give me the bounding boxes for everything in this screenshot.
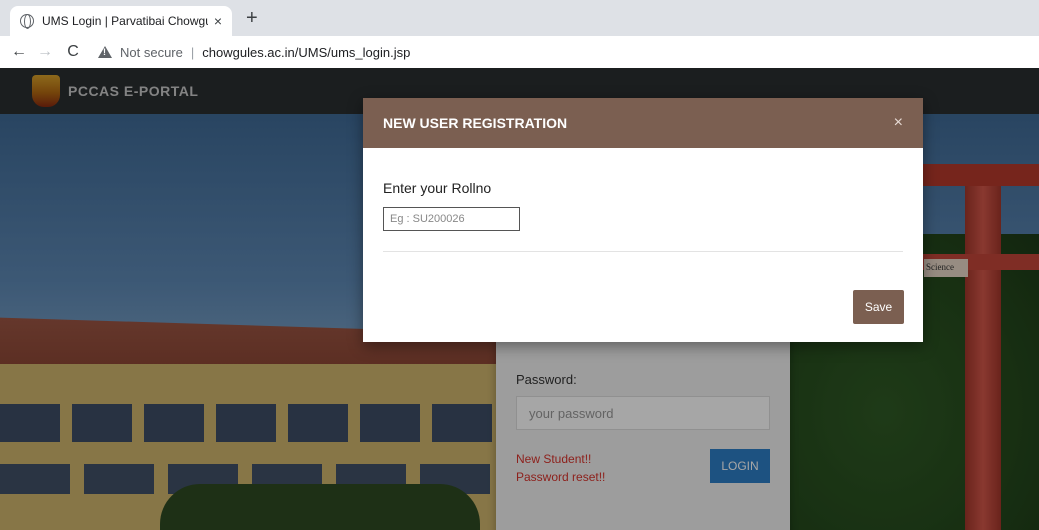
globe-icon — [20, 14, 34, 29]
reload-icon[interactable]: C — [62, 43, 84, 61]
browser-tab-strip: UMS Login | Parvatibai Chowgule × + — [0, 0, 1039, 36]
security-status[interactable]: Not secure — [120, 45, 183, 60]
url-text[interactable]: chowgules.ac.in/UMS/ums_login.jsp — [202, 45, 410, 60]
address-bar[interactable]: Not secure | chowgules.ac.in/UMS/ums_log… — [98, 38, 410, 66]
rollno-input[interactable]: Eg : SU200026 — [383, 207, 520, 231]
modal-divider — [383, 251, 903, 252]
new-tab-icon[interactable]: + — [246, 8, 258, 28]
tab-title: UMS Login | Parvatibai Chowgule — [42, 14, 208, 28]
rollno-label: Enter your Rollno — [383, 180, 492, 196]
modal-header: NEW USER REGISTRATION × — [363, 98, 923, 148]
modal-close-icon[interactable]: × — [894, 114, 903, 132]
registration-modal: NEW USER REGISTRATION × Enter your Rolln… — [363, 98, 923, 342]
browser-toolbar: ← → C Not secure | chowgules.ac.in/UMS/u… — [0, 36, 1039, 68]
browser-tab[interactable]: UMS Login | Parvatibai Chowgule × — [10, 6, 232, 36]
warning-icon[interactable] — [98, 46, 112, 58]
save-button[interactable]: Save — [853, 290, 904, 324]
back-arrow-icon[interactable]: ← — [8, 43, 30, 61]
page-viewport: PCCAS E-PORTAL Science Password: your pa… — [0, 68, 1039, 530]
modal-title: NEW USER REGISTRATION — [383, 115, 568, 131]
modal-body: Enter your Rollno Eg : SU200026 Save — [363, 148, 923, 342]
url-separator: | — [190, 44, 195, 60]
tab-close-icon[interactable]: × — [214, 13, 222, 29]
forward-arrow-icon[interactable]: → — [34, 43, 56, 61]
